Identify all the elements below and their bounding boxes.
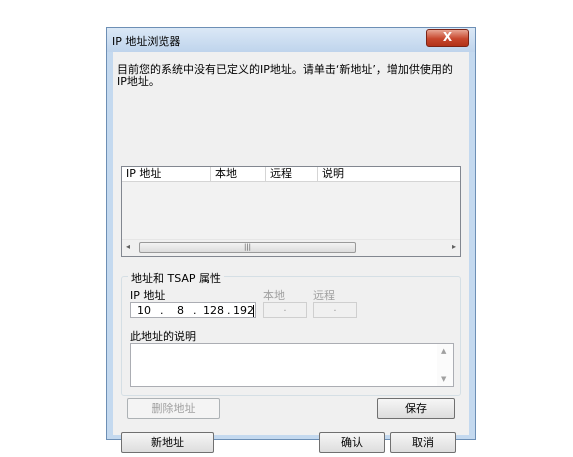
close-icon: X [442,30,453,44]
ip-dot: . [227,304,231,317]
scroll-up-icon[interactable]: ▲ [441,347,446,355]
vertical-scrollbar[interactable]: ▲ ▼ [437,344,453,386]
column-description[interactable]: 说明 [318,167,460,181]
text-caret [253,305,254,317]
ok-button[interactable]: 确认 [319,432,385,453]
horizontal-scrollbar[interactable]: ◂ ||| ▸ [122,239,460,256]
dialog-client: 目前您的系统中没有已定义的IP地址。请单击‘新地址’，增加供使用的IP地址。 I… [113,52,469,453]
ip-address-input[interactable]: 10 . 8 . 128 . 192 [130,302,256,318]
local-tsap-input[interactable]: . [263,302,307,318]
ip-dot: . [160,304,164,317]
ip-octet-3: 128 [203,304,224,317]
remote-label: 远程 [313,289,335,302]
ip-dot: . [193,304,197,317]
title-bar[interactable]: IP 地址浏览器 X [107,28,475,52]
ip-octet-1: 10 [137,304,151,317]
delete-address-button[interactable]: 删除地址 [127,398,220,419]
group-label: 地址和 TSAP 属性 [128,270,225,286]
local-label: 本地 [263,289,285,302]
ip-octet-2: 8 [177,304,184,317]
window-title: IP 地址浏览器 [112,35,181,48]
list-header: IP 地址 本地 远程 说明 [122,167,460,182]
description-textarea[interactable]: ▲ ▼ [130,343,454,387]
close-button[interactable]: X [426,29,469,47]
ip-address-label: IP 地址 [130,289,166,302]
scroll-thumb[interactable]: ||| [139,242,356,253]
save-button[interactable]: 保存 [377,398,455,419]
description-label: 此地址的说明 [130,330,196,343]
remote-tsap-input[interactable]: . [313,302,357,318]
column-local[interactable]: 本地 [211,167,266,181]
ip-address-browser-window: IP 地址浏览器 X 目前您的系统中没有已定义的IP地址。请单击‘新地址’，增加… [106,27,476,453]
new-address-button[interactable]: 新地址 [121,432,214,453]
scroll-left-icon[interactable]: ◂ [126,242,130,251]
ip-address-list[interactable]: IP 地址 本地 远程 说明 ◂ ||| ▸ [121,166,461,257]
column-ip-address[interactable]: IP 地址 [122,167,211,181]
ip-octet-4: 192 [233,304,254,317]
column-remote[interactable]: 远程 [266,167,318,181]
cancel-button[interactable]: 取消 [390,432,456,453]
info-message: 目前您的系统中没有已定义的IP地址。请单击‘新地址’，增加供使用的IP地址。 [117,63,453,88]
scroll-down-icon[interactable]: ▼ [441,375,446,383]
address-tsap-properties-group: 地址和 TSAP 属性 IP 地址 本地 远程 10 . 8 . 128 . 1… [121,270,461,396]
scroll-right-icon[interactable]: ▸ [452,242,456,251]
scroll-grip-icon: ||| [243,243,252,251]
